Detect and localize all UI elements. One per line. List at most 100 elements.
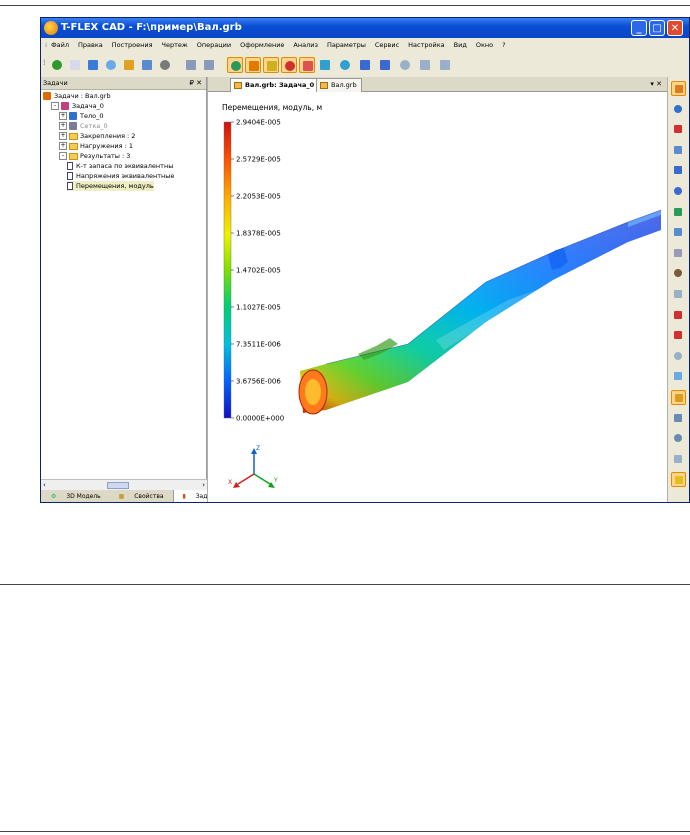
collapse-icon[interactable]: - — [51, 102, 59, 110]
expand-icon[interactable]: + — [59, 112, 67, 120]
check-mesh-icon[interactable] — [671, 328, 686, 343]
shade-view-icon[interactable] — [671, 431, 686, 446]
fit-icon[interactable] — [671, 163, 686, 178]
color-scale-bar — [223, 121, 232, 419]
menu-parameters[interactable]: Параметры — [327, 38, 366, 53]
stress-icon[interactable] — [281, 57, 297, 73]
tree-item-label: Перемещения, модуль — [76, 182, 154, 190]
tree-item-label: Тело_0 — [80, 112, 104, 120]
sheet-icon[interactable] — [263, 57, 279, 73]
panel-pin-close-icon[interactable]: ₽ ✕ — [189, 77, 202, 89]
section-icon[interactable] — [671, 287, 686, 302]
zoom-window-icon[interactable] — [671, 143, 686, 158]
color-view-icon-glyph — [675, 476, 683, 485]
view-icon[interactable] — [671, 246, 686, 261]
cube-icon[interactable] — [85, 57, 101, 73]
hide-icon[interactable] — [671, 349, 686, 364]
settings-icon[interactable] — [357, 57, 373, 73]
report-icon[interactable] — [377, 57, 393, 73]
tree-item[interactable]: + Тело_0 — [59, 111, 104, 121]
table-icon[interactable] — [417, 57, 433, 73]
undo-icon[interactable] — [183, 57, 199, 73]
tree-item[interactable]: - Задача_0 — [51, 101, 104, 111]
page-icon[interactable] — [397, 57, 413, 73]
tab-model-document[interactable]: Вал.grb — [316, 78, 362, 92]
tree-item[interactable]: + Закрепления : 2 — [59, 131, 135, 141]
menu-service[interactable]: Сервис — [375, 38, 399, 53]
tree-item[interactable]: Задачи : Вал.grb — [43, 91, 111, 101]
page-icon-glyph — [400, 60, 410, 70]
document-tab-controls[interactable]: ▾ ✕ — [650, 77, 662, 91]
check-model-icon[interactable] — [671, 308, 686, 323]
fit-all-icon[interactable] — [671, 184, 686, 199]
legend-value: 2.2053E-005 — [236, 193, 281, 201]
collapse-icon[interactable]: - — [59, 152, 67, 160]
menu-help[interactable]: ? — [502, 38, 505, 53]
menu-drawing[interactable]: Чертеж — [162, 38, 188, 53]
solid-icon[interactable] — [227, 57, 243, 73]
window-icon[interactable] — [103, 57, 119, 73]
scroll-thumb[interactable] — [107, 482, 129, 489]
print-icon[interactable] — [139, 57, 155, 73]
new-document-icon[interactable] — [67, 57, 83, 73]
color-view-icon[interactable] — [671, 472, 686, 488]
tree-item[interactable]: К-т запаса по эквивалентны — [67, 161, 173, 171]
zoom-icon-glyph — [674, 104, 682, 113]
zoom-icon[interactable] — [671, 102, 686, 117]
mesh-icon[interactable] — [317, 57, 333, 73]
menu-format[interactable]: Оформление — [240, 38, 284, 53]
tree-item[interactable]: Перемещения, модуль — [67, 181, 154, 191]
tasks-tab-icon: ▮ — [182, 493, 186, 500]
menu-settings[interactable]: Настройка — [408, 38, 444, 53]
3d-viewport[interactable]: Перемещения, модуль, м 2.9404E-005 2.5729… — [208, 92, 668, 503]
menu-edit[interactable]: Правка — [78, 38, 103, 53]
folder-icon — [69, 132, 78, 140]
redo-icon[interactable] — [201, 57, 217, 73]
expand-icon[interactable]: + — [59, 142, 67, 150]
legend-value: 1.4702E-005 — [236, 267, 281, 275]
tab-properties[interactable]: ▦ Свойства — [111, 490, 170, 502]
export-icon[interactable] — [437, 57, 453, 73]
front-view-icon[interactable] — [671, 369, 686, 384]
tree-item[interactable]: + Нагружения : 1 — [59, 141, 133, 151]
result-icon[interactable] — [337, 57, 353, 73]
menu-view[interactable]: Вид — [454, 38, 467, 53]
menu-construct[interactable]: Построения — [112, 38, 153, 53]
minimize-button[interactable]: _ — [631, 20, 647, 36]
close-button[interactable]: ✕ — [667, 20, 683, 36]
force-icon[interactable] — [299, 57, 315, 73]
hidden-view-icon[interactable] — [671, 452, 686, 467]
tab-3d-model[interactable]: ⚙ 3D Модель — [43, 490, 107, 502]
menu-window[interactable]: Окно — [476, 38, 493, 53]
page-middle-rule — [0, 584, 690, 585]
menu-operations[interactable]: Операции — [197, 38, 231, 53]
tree-item-label: Задача_0 — [72, 102, 104, 110]
iso-view-icon[interactable] — [671, 390, 686, 405]
zoom-in-icon[interactable] — [671, 205, 686, 220]
menu-file[interactable]: Файл — [51, 38, 69, 53]
expand-icon[interactable]: + — [59, 132, 67, 140]
tree-item[interactable]: + Сетка_0 — [59, 121, 108, 131]
check-icon[interactable] — [49, 57, 65, 73]
maximize-button[interactable]: □ — [649, 20, 665, 36]
tools-icon[interactable] — [121, 57, 137, 73]
light-icon[interactable] — [671, 266, 686, 281]
printer-icon[interactable] — [157, 57, 173, 73]
tab-task-document[interactable]: Вал.grb: Задача_0 — [230, 78, 320, 92]
scroll-left-icon[interactable]: ‹ — [43, 480, 46, 490]
wire-view-icon[interactable] — [671, 411, 686, 426]
main-toolbar: ⁞ — [41, 53, 689, 78]
menu-analysis[interactable]: Анализ — [293, 38, 318, 53]
scroll-right-icon[interactable]: › — [202, 480, 205, 490]
page-bottom-rule — [0, 831, 690, 832]
document-area: Вал.grb: Задача_0 Вал.grb ▾ ✕ Перемещени… — [207, 77, 668, 503]
expand-icon[interactable]: + — [59, 122, 67, 130]
tree-item-label: Результаты : 3 — [80, 152, 131, 160]
zoom-out-icon[interactable] — [671, 225, 686, 240]
tree-item[interactable]: - Результаты : 3 — [59, 151, 130, 161]
rotate-icon[interactable] — [671, 81, 686, 96]
tree-item[interactable]: Напряжения эквивалентные — [67, 171, 174, 181]
pan-icon[interactable] — [671, 122, 686, 137]
model-icon[interactable] — [245, 57, 261, 73]
horizontal-scrollbar[interactable]: ‹ › — [41, 479, 207, 490]
